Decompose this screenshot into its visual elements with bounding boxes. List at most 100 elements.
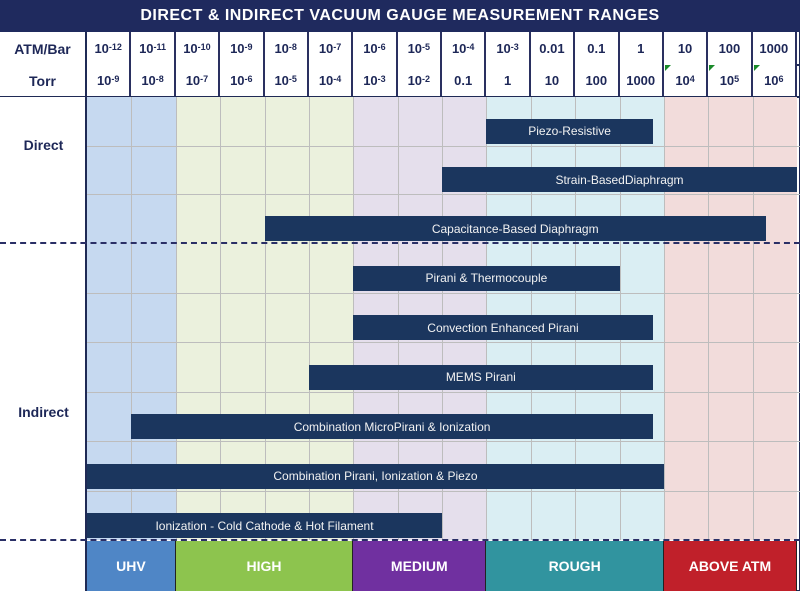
header-label-atm-bar: ATM/Bar <box>0 32 87 65</box>
header-cell: 10 -9 <box>87 64 132 97</box>
tick-label-exponent: 6 <box>778 73 784 84</box>
tick-label-base: 10 <box>318 41 334 56</box>
tick-label-exponent: -4 <box>333 73 342 84</box>
tick-label-exponent: -7 <box>200 73 209 84</box>
tick-label-base: 10 <box>407 41 423 56</box>
header-cell: 10 -10 <box>175 32 221 65</box>
header-cell: 10 -11 <box>131 32 176 65</box>
gauge-range-bar: MEMS Pirani <box>308 364 653 390</box>
header-cell: 10 -4 <box>442 32 487 65</box>
tick-label-base: 100 <box>585 73 608 88</box>
cell-comment-marker <box>664 65 671 71</box>
header-cell: 10 <box>530 64 576 97</box>
zone-band-rough: ROUGH <box>486 541 664 591</box>
tick-label-base: 10 <box>318 73 334 88</box>
header-label-torr: Torr <box>0 64 87 97</box>
header-cell: 1000 <box>752 32 797 65</box>
header-cell: 10 -7 <box>175 64 221 97</box>
header-cell: 10 -5 <box>397 32 442 65</box>
header-cell: 1 <box>619 32 664 65</box>
tick-label-exponent: -9 <box>111 73 120 84</box>
tick-label-base: 0.1 <box>587 41 606 56</box>
tick-label-base: 10 <box>544 73 560 88</box>
tick-label-base: 10 <box>274 73 289 88</box>
tick-label-exponent: -11 <box>153 41 167 52</box>
tick-label-base: 10 <box>677 41 693 56</box>
grid-line-vertical <box>753 97 754 540</box>
header-cell: 0.01 <box>530 32 576 65</box>
header-cell: 1 <box>486 64 531 97</box>
header-cell: 10 -5 <box>264 64 309 97</box>
header-cell: 10 -6 <box>353 32 398 65</box>
header-cell: 10 -6 <box>220 64 265 97</box>
gauge-range-bar: Combination MicroPirani & Ionization <box>131 414 653 439</box>
tick-label-base: 10 <box>94 41 109 56</box>
tick-label-base: 10 <box>496 41 511 56</box>
tick-label-base: 10 <box>230 41 245 56</box>
tick-label-exponent: -3 <box>510 41 519 52</box>
tick-label-exponent: -9 <box>244 41 253 52</box>
tick-label-base: 100 <box>718 41 741 56</box>
header-cell: 10 -12 <box>87 32 132 65</box>
gauge-range-bar: Piezo-Resistive <box>486 118 653 144</box>
tick-label-base: 10 <box>230 73 245 88</box>
cell-comment-marker <box>753 65 760 71</box>
tick-label-exponent: -5 <box>422 41 431 52</box>
grid-line-horizontal <box>87 342 800 343</box>
group-label-direct: Direct <box>23 137 64 153</box>
zone-band-high: HIGH <box>175 541 354 591</box>
tick-label-base: 1 <box>637 41 645 56</box>
tick-label-base: 10 <box>274 41 289 56</box>
grid-line-horizontal <box>87 491 800 492</box>
chart-title: DIRECT & INDIRECT VACUUM GAUGE MEASUREME… <box>0 0 800 32</box>
header-cell: 10 -3 <box>486 32 531 65</box>
tick-label-base: 10 <box>363 41 378 56</box>
tick-label-base: 1 <box>503 73 512 88</box>
header-cell: 10 <box>663 32 709 65</box>
header-cell: 10 -8 <box>264 32 309 65</box>
header-cell: 1000 <box>619 64 664 97</box>
gauge-range-bar: Strain-BasedDiaphragm <box>442 167 797 193</box>
grid-line-vertical <box>664 97 665 540</box>
header-cell: 10 -7 <box>308 32 354 65</box>
cell-comment-marker <box>709 65 716 71</box>
tick-label-exponent: -12 <box>108 41 122 52</box>
group-separator-dashed <box>0 242 800 244</box>
header-cell: 10 -3 <box>353 64 398 97</box>
tick-label-exponent: -10 <box>197 41 211 52</box>
gauge-range-bar: Combination Pirani, Ionization & Piezo <box>87 463 664 489</box>
tick-label-base: 10 <box>407 73 423 88</box>
tick-label-exponent: -2 <box>422 73 431 84</box>
zone-band-uhv: UHV <box>87 541 176 591</box>
grid-line-horizontal <box>87 146 800 147</box>
grid-line-horizontal <box>87 392 800 393</box>
tick-label-base: 10 <box>141 73 156 88</box>
tick-label-exponent: -7 <box>333 41 342 52</box>
zone-band-medium: MEDIUM <box>353 541 487 591</box>
tick-label-exponent: -3 <box>377 73 386 84</box>
zone-band-above-atm: ABOVE ATM <box>663 541 797 591</box>
gauge-range-bar: Capacitance-Based Diaphragm <box>264 216 766 241</box>
tick-label-exponent: -4 <box>466 41 475 52</box>
header-cell: 10 -9 <box>220 32 265 65</box>
header-cell: 10 6 <box>752 64 797 97</box>
tick-label-base: 1000 <box>626 73 656 88</box>
tick-label-base: 10 <box>451 41 467 56</box>
header-cell: 10 -4 <box>308 64 354 97</box>
grid-line-vertical <box>708 97 709 540</box>
tick-label-base: 10 <box>719 73 735 88</box>
tick-label-base: 10 <box>185 73 201 88</box>
gauge-range-bar: Convection Enhanced Pirani <box>353 315 653 340</box>
header-cell: 0.1 <box>442 64 487 97</box>
tick-label-base: 0.1 <box>454 73 473 88</box>
zone-background-above-atm <box>663 97 797 540</box>
gauge-range-bar: Ionization - Cold Cathode & Hot Filament <box>87 513 442 538</box>
tick-label-base: 10 <box>139 41 154 56</box>
header-cell: 100 <box>575 64 620 97</box>
tick-label-base: 10 <box>675 73 690 88</box>
header-cell: 0.1 <box>575 32 620 65</box>
header-cell: 10 -2 <box>397 64 442 97</box>
gauge-range-bar: Pirani & Thermocouple <box>353 265 620 291</box>
tick-label-base: 10 <box>363 73 378 88</box>
tick-label-exponent: 5 <box>734 73 740 84</box>
